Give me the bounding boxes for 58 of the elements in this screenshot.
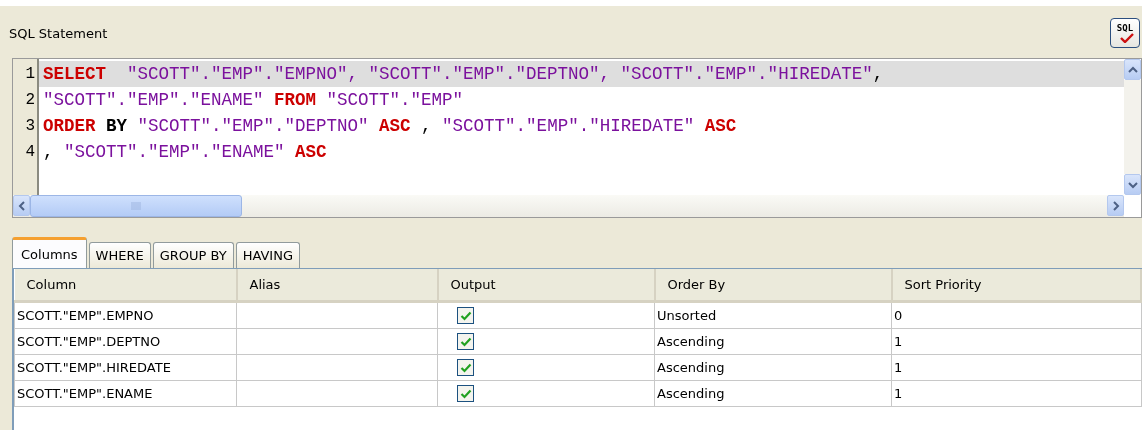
chevron-down-icon (1127, 179, 1138, 190)
table-cell: 1 (891, 354, 1141, 381)
column-header[interactable]: Order By (654, 269, 892, 302)
sql-identifier: "SCOTT"."EMP"."ENAME" (43, 90, 265, 110)
table-cell: 1 (891, 380, 1141, 407)
chevron-up-icon (1127, 64, 1138, 75)
line-number: 1 (24, 64, 36, 85)
validate-sql-button[interactable]: SQL (1110, 18, 1140, 48)
sql-keyword: FROM (274, 90, 317, 110)
tab[interactable]: HAVING (235, 242, 300, 268)
table-cell: SCOTT."EMP".DEPTNO (14, 328, 237, 355)
sql-keyword: ASC (379, 116, 411, 136)
output-checkbox[interactable] (457, 359, 474, 376)
table-cell: Ascending (654, 328, 892, 355)
sql-keyword: ASC (704, 116, 737, 136)
sql-keyword: ORDER (43, 116, 96, 136)
table-cell: 0 (891, 301, 1141, 329)
sql-punctuation: , (43, 142, 55, 162)
scroll-down-button[interactable] (1124, 174, 1141, 195)
scroll-left-button[interactable] (13, 195, 30, 216)
sql-identifier: "SCOTT"."EMP"."DEPTNO" (136, 116, 370, 136)
output-checkbox[interactable] (457, 307, 474, 324)
chevron-left-icon (16, 200, 27, 211)
sql-editor[interactable] (12, 58, 1142, 218)
column-header[interactable]: Alias (236, 269, 438, 302)
table-cell: SCOTT."EMP".EMPNO (14, 301, 237, 329)
sql-keyword: SELECT (43, 64, 106, 84)
table-cell: Unsorted (654, 301, 892, 329)
sql-identifier: "SCOTT"."EMP" (325, 90, 464, 110)
scroll-thumb[interactable] (30, 195, 242, 217)
sql-keyword: BY (105, 116, 128, 136)
scroll-right-button[interactable] (1107, 195, 1124, 216)
tab[interactable]: Columns (12, 237, 87, 268)
output-checkbox[interactable] (457, 333, 474, 350)
table-cell: 1 (891, 328, 1141, 355)
table-cell: Ascending (654, 354, 892, 381)
output-checkbox[interactable] (457, 385, 474, 402)
check-icon (1120, 33, 1134, 43)
tab[interactable]: GROUP BY (152, 242, 234, 268)
table-cell: SCOTT."EMP".ENAME (14, 380, 237, 407)
column-header[interactable]: Column (14, 269, 237, 302)
sql-identifier: "SCOTT"."EMP"."EMPNO", "SCOTT"."EMP"."DEPTNO", "SCOTT"."EMP"."HIREDATE" (126, 64, 873, 84)
column-header[interactable]: Sort Priority (891, 269, 1141, 302)
chevron-right-icon (1110, 200, 1121, 211)
table-cell: SCOTT."EMP".HIREDATE (14, 354, 237, 381)
sql-punctuation: , (420, 116, 433, 136)
table-cell: Ascending (654, 380, 892, 407)
tab[interactable]: WHERE (88, 242, 151, 268)
column-header[interactable]: Output (437, 269, 655, 302)
sql-keyword: ASC (295, 142, 327, 162)
sql-identifier: "SCOTT"."EMP"."HIREDATE" (442, 116, 696, 136)
line-number: 4 (24, 142, 36, 163)
panel-title: SQL Statement (9, 25, 108, 41)
sql-punctuation: , (872, 64, 884, 84)
line-number: 2 (24, 90, 36, 111)
scroll-up-button[interactable] (1124, 59, 1141, 80)
line-number: 3 (24, 116, 36, 137)
sql-identifier: "SCOTT"."EMP"."ENAME" (64, 142, 286, 162)
